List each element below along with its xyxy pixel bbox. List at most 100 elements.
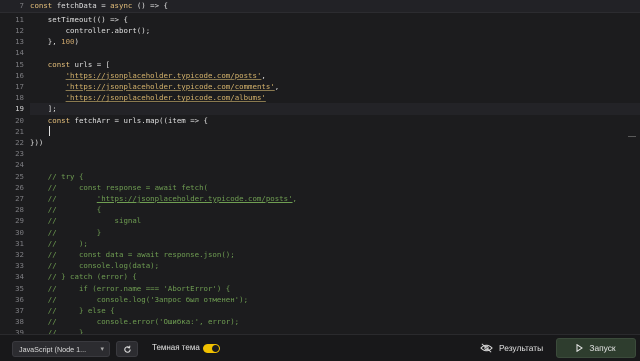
line-number: 36 [15,294,24,304]
sticky-line-number: 7 [19,1,24,11]
code-token: setTimeout(() => { [30,14,128,24]
code-token: ]; [30,104,57,114]
code-line[interactable]: })) [30,137,640,148]
code-line[interactable]: // try { [30,171,640,182]
code-token: 'https://jsonplaceholder.typicode.com/po… [96,194,293,203]
line-number: 14 [15,48,24,58]
code-token: // console.log(data); [30,261,160,271]
code-line[interactable]: 'https://jsonplaceholder.typicode.com/co… [30,81,640,92]
code-token: }, [30,37,62,47]
code-token: // } else { [30,306,115,315]
sticky-scroll-header[interactable]: 7 const fetchData = async () => { [0,0,640,13]
results-label: Результаты [499,343,544,353]
code-line[interactable]: 'https://jsonplaceholder.typicode.com/po… [30,70,640,81]
code-editor[interactable]: 11 12 13 14 15 16 17 18 19 20 21 22 23 24 25 26 27 28 29 30… [0,0,640,334]
run-button[interactable]: Запуск [556,338,636,358]
code-token: urls [74,59,97,69]
code-line[interactable] [30,47,640,58]
results-button[interactable]: Результаты [480,335,543,361]
code-line[interactable]: // signal [30,215,640,226]
code-line[interactable]: const urls = [ [30,59,640,70]
code-line[interactable]: // } [30,227,640,238]
code-token: // try { [30,171,84,181]
code-token: // const data = await response.json(); [30,250,235,259]
line-number: 18 [15,93,24,103]
line-number: 11 [15,14,24,24]
line-number: 26 [15,182,24,192]
code-line[interactable]: setTimeout(() => { [30,14,640,25]
code-token: async [110,1,137,11]
code-line[interactable]: // console.log('Запрос был отменен'); [30,294,640,305]
line-number: 30 [15,227,24,237]
eye-off-icon [480,343,493,353]
code-line[interactable]: // } catch (error) { [30,271,640,282]
code-token: // const response = await fetch( [30,182,208,192]
reset-button[interactable] [116,341,138,357]
code-token: 'https://jsonplaceholder.typicode.com/al… [65,93,266,103]
code-line[interactable] [30,159,640,170]
code-token: // ); [30,238,88,248]
code-token: fetchArr [74,115,115,125]
line-number: 13 [15,37,24,47]
code-token: // [30,194,97,203]
code-token: const [30,1,57,11]
code-token: = [ [96,59,111,69]
code-line[interactable]: // { [30,204,640,215]
code-line[interactable] [30,148,640,159]
line-number: 33 [15,261,24,271]
code-token: fetchData [56,1,102,11]
scrollbar-marker [628,136,636,137]
code-token: 'https://jsonplaceholder.typicode.com/co… [65,82,275,91]
play-icon [576,344,584,352]
code-line[interactable]: controller.abort(); [30,25,640,36]
code-line[interactable]: const fetchArr = urls.map((item => { [30,115,640,126]
code-token: , [274,82,280,91]
code-line[interactable]: // ); [30,238,640,249]
code-line[interactable]: 'https://jsonplaceholder.typicode.com/al… [30,92,640,103]
line-number: 24 [15,160,24,170]
code-token: const [30,59,75,69]
line-number: 32 [15,250,24,259]
code-line[interactable]: // if (error.name === 'AbortError') { [30,283,640,294]
code-line[interactable]: // console.log(data); [30,260,640,271]
code-token: // } [30,227,102,237]
line-number: 17 [15,82,24,91]
code-line[interactable]: // const response = await fetch( [30,182,640,193]
dark-theme-toggle[interactable] [203,344,220,353]
code-token: = [101,1,111,11]
code-area[interactable]: setTimeout(() => { controller.abort(); }… [30,0,640,334]
language-select[interactable]: JavaScript (Node 1... ▾ [12,341,110,357]
toggle-knob [212,345,219,352]
code-line[interactable]: }, 100) [30,36,640,47]
line-number: 28 [15,205,24,215]
code-token: })) [30,138,44,147]
code-line[interactable]: ]; [30,103,640,114]
code-token: // } catch (error) { [30,272,137,282]
code-token: // console.log('Запрос был отменен'); [30,294,249,304]
code-line[interactable] [30,126,640,137]
line-number: 21 [15,126,24,136]
line-number: 25 [15,171,24,181]
code-token: // { [30,205,102,215]
code-line[interactable]: // } [30,327,640,334]
sticky-code-line[interactable]: const fetchData = async () => { [30,0,640,11]
line-number: 29 [15,216,24,226]
run-label: Запуск [589,343,616,353]
code-line[interactable]: // const data = await response.json(); [30,249,640,260]
line-number: 31 [15,238,24,248]
line-number: 19 [15,104,24,114]
code-token: const [30,115,75,125]
code-line[interactable]: // } else { [30,305,640,316]
line-number: 23 [15,149,24,159]
code-token: ) [74,37,79,47]
code-token: // console.error('Ошибка:', error); [30,317,240,327]
code-line[interactable]: // 'https://jsonplaceholder.typicode.com… [30,193,640,204]
code-token: 'https://jsonplaceholder.typicode.com/po… [65,70,262,80]
line-number: 22 [15,138,24,147]
code-line[interactable]: // console.error('Ошибка:', error); [30,316,640,327]
code-token: controller.abort(); [30,26,151,35]
line-number: 15 [15,59,24,69]
dark-theme-label: Темная тема [152,343,200,352]
